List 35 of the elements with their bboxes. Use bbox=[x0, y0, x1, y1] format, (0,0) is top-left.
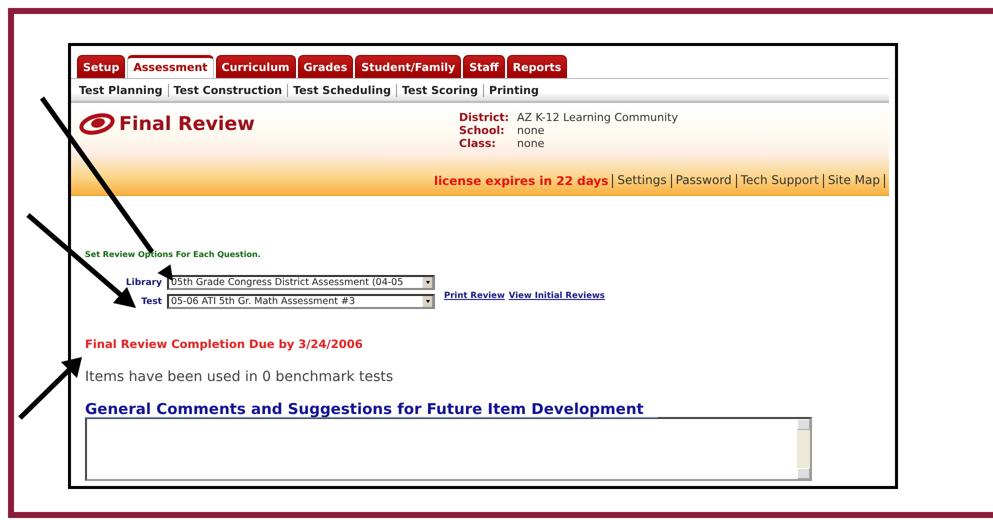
logo-icon bbox=[79, 113, 115, 135]
page-title: Final Review bbox=[119, 113, 255, 135]
subnav-link[interactable]: Printing bbox=[483, 84, 544, 97]
review-link[interactable]: View Initial Reviews bbox=[508, 291, 605, 301]
nav-tab[interactable]: Staff bbox=[463, 55, 505, 78]
dropdown[interactable]: 05-06 ATI 5th Gr. Math Assessment #3 bbox=[167, 294, 435, 309]
nav-tab[interactable]: Setup bbox=[77, 55, 126, 78]
field-label: Library bbox=[126, 278, 162, 288]
nav-tab[interactable]: Assessment bbox=[127, 55, 214, 78]
header-link[interactable]: Site Map bbox=[822, 174, 884, 188]
nav-tab[interactable]: Student/Family bbox=[355, 55, 462, 78]
dropdown[interactable]: 05th Grade Congress District Assessment (04-05 bbox=[167, 275, 435, 290]
nav-tab[interactable]: Grades bbox=[298, 55, 354, 78]
info-value: AZ K-12 Learning Community bbox=[517, 111, 678, 124]
review-link[interactable]: Print Review bbox=[444, 291, 505, 301]
nav-tab[interactable]: Reports bbox=[506, 55, 568, 78]
info-label: District: bbox=[459, 111, 510, 124]
due-date-notice: Final Review Completion Due by 3/24/2006 bbox=[85, 337, 364, 351]
header-link[interactable]: Password bbox=[670, 174, 736, 188]
info-label: School: bbox=[459, 124, 506, 137]
license-notice: license expires in 22 days bbox=[434, 174, 610, 188]
header-link[interactable]: Settings bbox=[612, 174, 671, 188]
info-value: none bbox=[517, 137, 546, 150]
info-label: Class: bbox=[459, 137, 497, 150]
info-value: none bbox=[517, 124, 546, 137]
instructions-text: Set Review Options For Each Question. bbox=[85, 250, 262, 259]
comments-field[interactable] bbox=[85, 417, 812, 481]
nav-tab[interactable]: Curriculum bbox=[216, 55, 296, 78]
subnav-link[interactable]: Test Planning bbox=[79, 84, 168, 97]
subnav-link[interactable]: Test Scheduling bbox=[287, 84, 396, 97]
field-label: Test bbox=[141, 296, 162, 306]
subnav-link[interactable]: Test Scoring bbox=[396, 84, 484, 97]
usage-text: Items have been used in 0 benchmark tests bbox=[85, 369, 394, 385]
subnav-link[interactable]: Test Construction bbox=[168, 84, 288, 97]
header-link[interactable]: Tech Support bbox=[736, 174, 823, 188]
